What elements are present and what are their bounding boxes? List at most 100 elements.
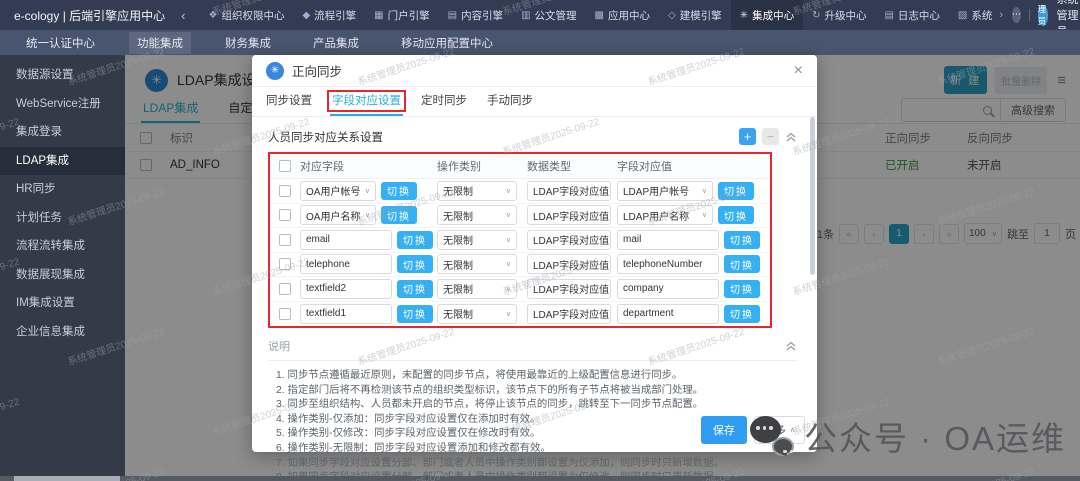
switch-value-button[interactable]: 切换 bbox=[724, 231, 760, 249]
topnav-item[interactable]: ▧系统› bbox=[949, 0, 1012, 30]
workflow-icon: ◆ bbox=[302, 10, 310, 21]
modal-scrollbar[interactable] bbox=[810, 117, 815, 275]
field-input[interactable]: email bbox=[300, 230, 392, 250]
chevron-down-icon: ∨ bbox=[702, 187, 707, 195]
more-options-icon[interactable]: ⋯ bbox=[1012, 7, 1021, 23]
close-icon[interactable]: × bbox=[794, 63, 803, 79]
switch-field-button[interactable]: 切换 bbox=[397, 255, 433, 273]
modal-tab[interactable]: 手动同步 bbox=[487, 92, 533, 116]
switch-field-button[interactable]: 切换 bbox=[381, 182, 417, 200]
row-checkbox[interactable] bbox=[279, 283, 291, 295]
add-row-button[interactable]: + bbox=[739, 128, 756, 145]
topnav-item[interactable]: ▩应用中心 bbox=[586, 0, 659, 30]
switch-value-button[interactable]: 切换 bbox=[718, 182, 754, 200]
topnav-item-label: 门户引擎 bbox=[388, 8, 430, 23]
sidebar-item[interactable]: 集成登录 bbox=[0, 118, 125, 147]
modal-tab[interactable]: 字段对应设置 bbox=[332, 92, 401, 116]
subnav-item[interactable]: 财务集成 bbox=[217, 32, 279, 54]
scrollbar-thumb[interactable] bbox=[14, 476, 120, 481]
topnav-item[interactable]: ◆流程引擎 bbox=[293, 0, 365, 30]
more-button[interactable]: 更多 ∧ bbox=[754, 416, 805, 444]
subnav-item[interactable]: 功能集成 bbox=[129, 32, 191, 54]
field-input[interactable]: telephone bbox=[300, 254, 392, 274]
field-input[interactable]: textfield1 bbox=[300, 304, 392, 324]
switch-value-button[interactable]: 切换 bbox=[718, 206, 754, 224]
topnav-item[interactable]: ↻升级中心 bbox=[803, 0, 875, 30]
field-mapping-row: textfield2切换无限制∨LDAP字段对应值∨company切换 bbox=[270, 277, 770, 302]
row-checkbox[interactable] bbox=[279, 185, 291, 197]
value-input[interactable]: department bbox=[617, 304, 719, 324]
row-checkbox[interactable] bbox=[279, 258, 291, 270]
operation-select[interactable]: 无限制∨ bbox=[437, 279, 517, 299]
value-input[interactable]: telephoneNumber bbox=[617, 254, 719, 274]
sidebar-item[interactable]: LDAP集成 bbox=[0, 147, 125, 176]
field-select[interactable]: OA用户名称∨ bbox=[300, 205, 376, 225]
sidebar-item[interactable]: WebService注册 bbox=[0, 90, 125, 119]
operation-select[interactable]: 无限制∨ bbox=[437, 205, 517, 225]
switch-value-button[interactable]: 切换 bbox=[724, 255, 760, 273]
topnav-item[interactable]: ▥公文管理 bbox=[512, 0, 585, 30]
datatype-select[interactable]: LDAP字段对应值∨ bbox=[527, 230, 611, 250]
switch-field-button[interactable]: 切换 bbox=[397, 231, 433, 249]
topnav-item[interactable]: ▤日志中心 bbox=[875, 0, 948, 30]
note-line: 3. 同步至组织结构、人员都未开启的节点，将停止该节点的同步，跳转至下一同步节点… bbox=[276, 398, 797, 413]
sidebar-item[interactable]: 企业信息集成 bbox=[0, 318, 125, 347]
switch-field-button[interactable]: 切换 bbox=[381, 206, 417, 224]
topnav-item[interactable]: ▦门户引擎 bbox=[365, 0, 438, 30]
sidebar-item[interactable]: 数据展现集成 bbox=[0, 261, 125, 290]
sidebar-item[interactable]: 数据源设置 bbox=[0, 61, 125, 90]
topnav-item[interactable]: ▤内容引擎 bbox=[439, 0, 512, 30]
collapse-chevron-icon[interactable]: ‹ bbox=[181, 8, 185, 23]
switch-field-button[interactable]: 切换 bbox=[397, 305, 433, 323]
topnav-item[interactable]: ◇建模引擎 bbox=[659, 0, 731, 30]
field-mapping-row: OA用户帐号∨ 切换 无限制∨ LDAP字段对应值∨ LDAP用户帐号∨ 切换 bbox=[270, 179, 770, 204]
datatype-select[interactable]: LDAP字段对应值∨ bbox=[527, 304, 611, 324]
chevron-right-icon: › bbox=[999, 9, 1003, 21]
sidebar-item[interactable]: IM集成设置 bbox=[0, 289, 125, 318]
operation-select[interactable]: 无限制∨ bbox=[437, 254, 517, 274]
collapse-section-icon[interactable] bbox=[785, 131, 797, 143]
sidebar-item[interactable]: HR同步 bbox=[0, 175, 125, 204]
select-all-checkbox[interactable] bbox=[279, 160, 291, 172]
operation-select[interactable]: 无限制∨ bbox=[437, 181, 517, 201]
value-select[interactable]: LDAP用户帐号∨ bbox=[617, 181, 713, 201]
topnav-item[interactable]: ✳集成中心 bbox=[731, 0, 803, 30]
datatype-select[interactable]: LDAP字段对应值∨ bbox=[527, 254, 611, 274]
field-select[interactable]: OA用户帐号∨ bbox=[300, 181, 376, 201]
avatar[interactable]: 理员 bbox=[1038, 5, 1049, 26]
modal-tab[interactable]: 同步设置 bbox=[266, 92, 312, 116]
modal-tab[interactable]: 定时同步 bbox=[421, 92, 467, 116]
horizontal-scrollbar[interactable] bbox=[0, 476, 1080, 481]
datatype-select[interactable]: LDAP字段对应值∨ bbox=[527, 181, 611, 201]
value-select[interactable]: LDAP用户名称∨ bbox=[617, 205, 713, 225]
subnav-item[interactable]: 移动应用配置中心 bbox=[393, 32, 501, 54]
operation-select[interactable]: 无限制∨ bbox=[437, 304, 517, 324]
row-checkbox[interactable] bbox=[279, 234, 291, 246]
datatype-select[interactable]: LDAP字段对应值∨ bbox=[527, 205, 611, 225]
operation-select[interactable]: 无限制∨ bbox=[437, 230, 517, 250]
switch-value-button[interactable]: 切换 bbox=[724, 305, 760, 323]
topnav-item[interactable]: ❖组织权限中心 bbox=[200, 0, 294, 30]
save-button[interactable]: 保存 bbox=[701, 416, 747, 444]
value-input[interactable]: company bbox=[617, 279, 719, 299]
datatype-select[interactable]: LDAP字段对应值∨ bbox=[527, 279, 611, 299]
field-input[interactable]: textfield2 bbox=[300, 279, 392, 299]
row-checkbox[interactable] bbox=[279, 308, 291, 320]
sidebar-item[interactable]: 流程流转集成 bbox=[0, 232, 125, 261]
top-navbar: e-cology | 后端引擎应用中心 ‹ ❖组织权限中心◆流程引擎▦门户引擎▤… bbox=[0, 0, 1080, 30]
datatype-value: LDAP字段对应值 bbox=[533, 208, 609, 223]
chevron-down-icon: ∨ bbox=[506, 260, 511, 268]
content-doc-icon: ▤ bbox=[448, 10, 457, 21]
switch-value-button[interactable]: 切换 bbox=[724, 280, 760, 298]
remove-row-button[interactable]: − bbox=[762, 128, 779, 145]
operation-value: 无限制 bbox=[443, 208, 473, 223]
field-mapping-row: email切换无限制∨LDAP字段对应值∨mail切换 bbox=[270, 228, 770, 253]
collapse-notes-icon[interactable] bbox=[785, 340, 797, 352]
row-checkbox[interactable] bbox=[279, 209, 291, 221]
subnav-item[interactable]: 统一认证中心 bbox=[18, 32, 103, 54]
sidebar-item[interactable]: 计划任务 bbox=[0, 204, 125, 233]
switch-field-button[interactable]: 切换 bbox=[397, 280, 433, 298]
subnav-item[interactable]: 产品集成 bbox=[305, 32, 367, 54]
value-input[interactable]: mail bbox=[617, 230, 719, 250]
topnav-items: ❖组织权限中心◆流程引擎▦门户引擎▤内容引擎▥公文管理▩应用中心◇建模引擎✳集成… bbox=[200, 0, 1013, 30]
